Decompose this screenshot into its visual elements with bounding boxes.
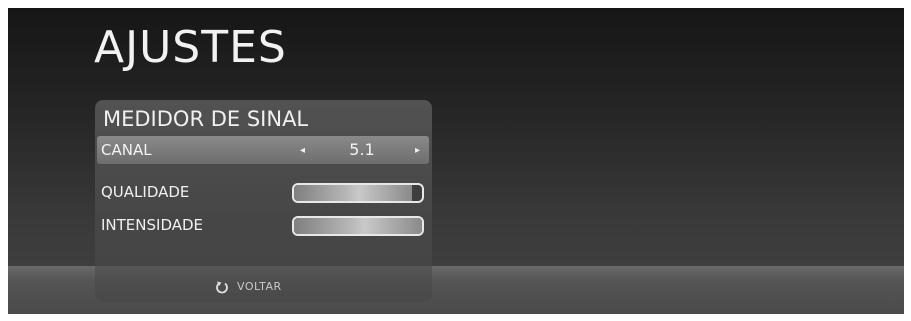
quality-meter-fill: [294, 185, 412, 201]
channel-label: CANAL: [101, 141, 152, 159]
back-button-label: VOLTAR: [237, 280, 282, 293]
intensity-label: INTENSIDADE: [101, 216, 204, 234]
tv-screen: AJUSTES MEDIDOR DE SINAL CANAL ◂ 5.1 ▸ Q…: [8, 8, 904, 314]
back-arrow-icon: [216, 281, 228, 294]
quality-meter: [292, 183, 424, 203]
intensity-meter-fill: [294, 218, 422, 234]
channel-next-arrow-icon[interactable]: ▸: [415, 141, 420, 161]
quality-label: QUALIDADE: [101, 183, 190, 201]
channel-value: 5.1: [349, 140, 375, 159]
channel-prev-arrow-icon[interactable]: ◂: [300, 141, 305, 161]
page-title: AJUSTES: [94, 22, 287, 73]
panel-title: MEDIDOR DE SINAL: [103, 107, 309, 131]
intensity-meter: [292, 216, 424, 236]
signal-meter-panel: MEDIDOR DE SINAL CANAL ◂ 5.1 ▸ QUALIDADE…: [95, 100, 432, 302]
channel-selector-row[interactable]: CANAL ◂ 5.1 ▸: [97, 136, 429, 164]
